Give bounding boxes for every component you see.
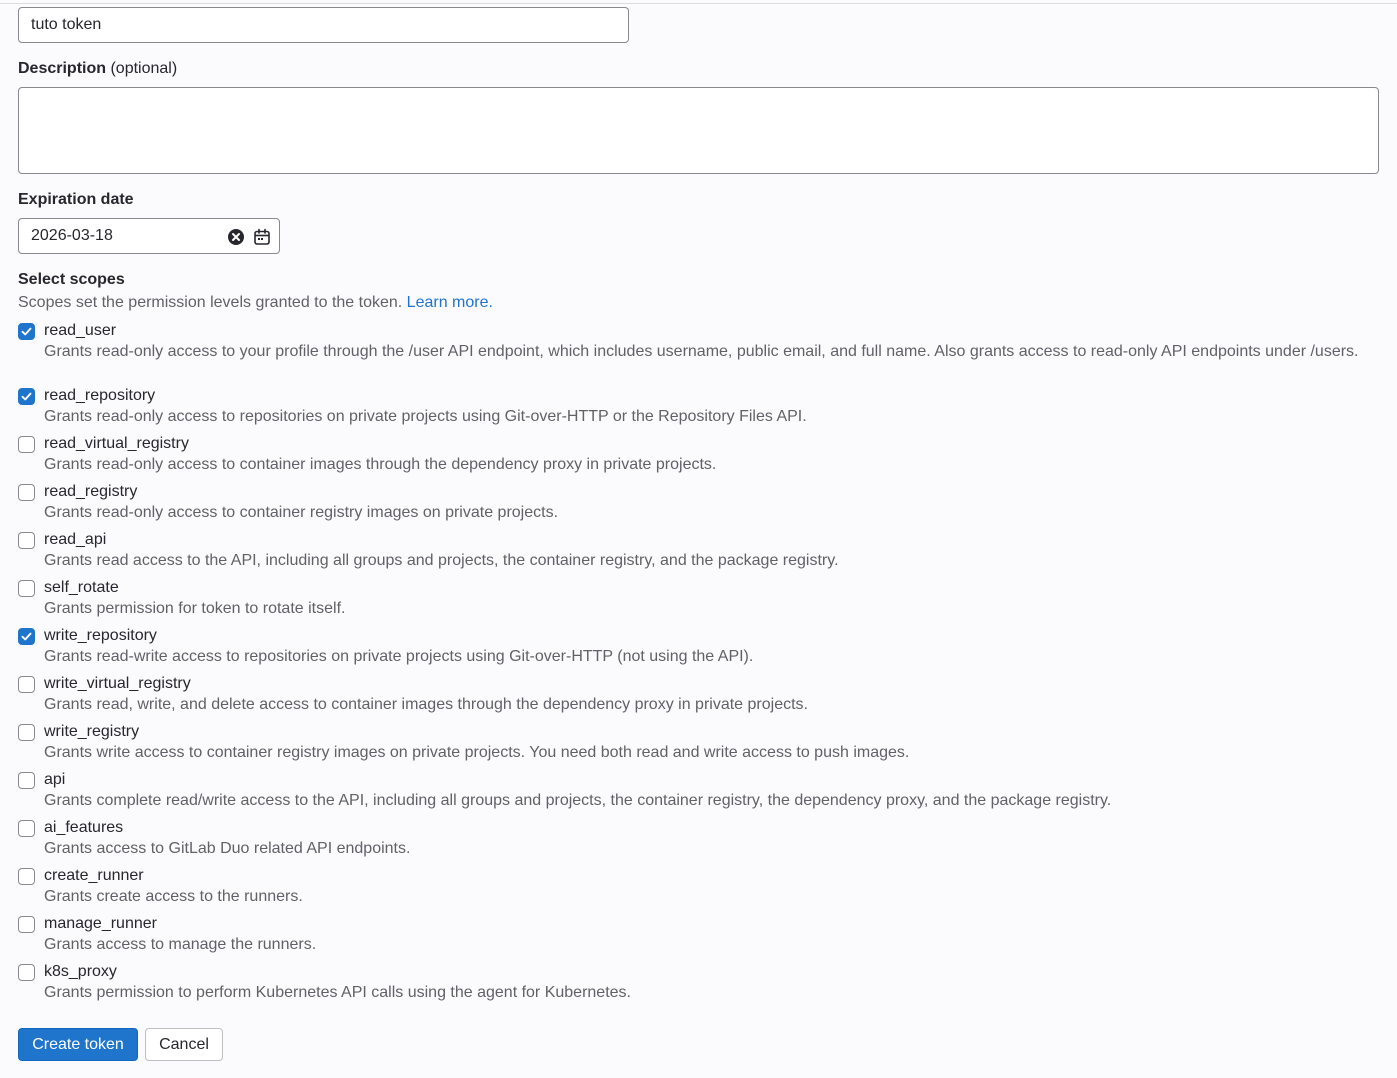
scope-description: Grants read, write, and delete access to… [44,696,808,713]
scope-name[interactable]: write_virtual_registry [44,674,191,694]
token-form: tuto token Description (optional) Expira… [0,3,1397,1078]
expiration-date-value: 2026-03-18 [31,227,113,244]
clear-circle-icon[interactable] [227,228,245,246]
scope-checkbox[interactable] [18,388,35,405]
calendar-icon[interactable] [253,228,271,246]
scope-description: Grants write access to container registr… [44,744,910,761]
scope-name[interactable]: read_virtual_registry [44,434,189,454]
scope-checkbox[interactable] [18,820,35,837]
expiration-date-input[interactable]: 2026-03-18 [18,218,280,254]
scope-description: Grants permission for token to rotate it… [44,600,346,617]
expiration-label: Expiration date [18,191,134,208]
token-name-input[interactable]: tuto token [18,7,629,43]
scope-description: Grants access to GitLab Duo related API … [44,840,411,857]
scope-description: Grants read-write access to repositories… [44,648,754,665]
scope-name[interactable]: write_repository [44,626,157,646]
scopes-help-sentence: Scopes set the permission levels granted… [18,294,403,311]
scope-checkbox[interactable] [18,580,35,597]
scope-description: Grants permission to perform Kubernetes … [44,984,631,1001]
scope-name[interactable]: manage_runner [44,914,157,934]
scope-checkbox[interactable] [18,772,35,789]
scope-checkbox[interactable] [18,676,35,693]
scope-checkbox[interactable] [18,628,35,645]
scope-name[interactable]: read_repository [44,386,155,406]
scope-name[interactable]: read_user [44,321,116,341]
description-label: Description (optional) [18,60,177,78]
scope-name[interactable]: k8s_proxy [44,962,117,982]
scope-checkbox[interactable] [18,868,35,885]
scope-description: Grants read access to the API, including… [44,552,839,569]
scope-name[interactable]: read_registry [44,482,137,502]
scope-description: Grants complete read/write access to the… [44,792,1112,809]
scope-checkbox[interactable] [18,323,35,340]
checkmark-icon [21,632,32,641]
scope-checkbox[interactable] [18,724,35,741]
scope-checkbox[interactable] [18,484,35,501]
scope-checkbox[interactable] [18,964,35,981]
scope-description: Grants read-only access to repositories … [44,408,807,425]
cancel-button[interactable]: Cancel [145,1028,223,1061]
scope-name[interactable]: ai_features [44,818,123,838]
scope-checkbox[interactable] [18,916,35,933]
checkmark-icon [21,392,32,401]
learn-more-link[interactable]: Learn more. [407,294,493,311]
scope-checkbox[interactable] [18,532,35,549]
scope-name[interactable]: write_registry [44,722,139,742]
checkmark-icon [21,327,32,336]
scope-name[interactable]: read_api [44,530,106,550]
scope-description: Grants read-only access to container reg… [44,504,559,521]
scope-checkbox[interactable] [18,436,35,453]
scope-description: Grants read-only access to your profile … [44,343,1359,360]
scope-description: Grants create access to the runners. [44,888,303,905]
scope-name[interactable]: api [44,770,65,790]
description-label-text: Description [18,60,107,77]
description-textarea[interactable] [18,87,1379,174]
scope-description: Grants access to manage the runners. [44,936,317,953]
scope-name[interactable]: create_runner [44,866,144,886]
scopes-label: Select scopes [18,271,125,288]
scope-description: Grants read-only access to container ima… [44,456,717,473]
optional-hint: (optional) [110,60,178,77]
scopes-help-text: Scopes set the permission levels granted… [18,294,493,312]
create-token-button[interactable]: Create token [18,1028,138,1061]
scope-name[interactable]: self_rotate [44,578,119,598]
